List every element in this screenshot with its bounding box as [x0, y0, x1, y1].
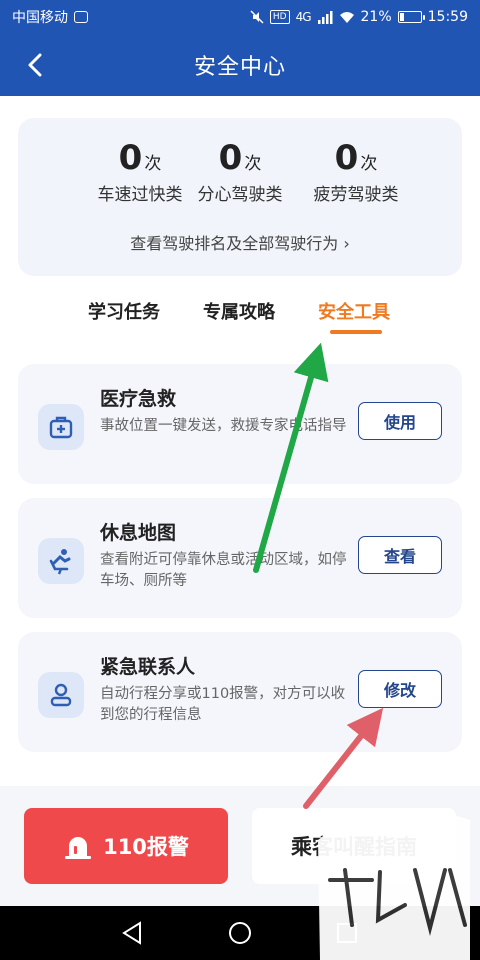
medical-kit-icon-svg: [49, 416, 73, 439]
stat-label: 疲劳驾驶类: [313, 185, 399, 205]
tool-title: 紧急联系人: [100, 656, 196, 678]
driving-stats-card: 0次 车速过快类 0次 分心驾驶类 0次 疲劳驾驶类 查看驾驶排名及全部驾驶行为…: [18, 118, 462, 276]
battery-icon: [397, 11, 425, 23]
tab-learning-tasks[interactable]: 学习任务: [88, 298, 160, 324]
page-title: 安全中心: [193, 55, 286, 80]
tab-exclusive-guide[interactable]: 专属攻略: [203, 298, 275, 324]
stat-value: 0: [334, 138, 359, 178]
contact-person-icon: [38, 672, 84, 718]
stat-distracted: 0次 分心驾驶类: [180, 138, 300, 205]
active-tab-indicator: [330, 330, 382, 334]
alarm-siren-icon: [65, 837, 92, 859]
notification-icon: [74, 11, 88, 23]
contact-person-icon-svg: [50, 683, 72, 707]
battery-level: [399, 13, 404, 21]
stat-unit: 次: [144, 154, 162, 174]
rest-seat-icon: [38, 538, 84, 584]
hd-badge: HD: [269, 10, 290, 24]
tool-title: 休息地图: [100, 522, 177, 544]
tool-description: 事故位置一键发送，救援专家电话指导: [100, 418, 347, 434]
nav-back-icon[interactable]: [120, 920, 146, 946]
stat-unit: 次: [244, 154, 262, 174]
view-ranking-link[interactable]: 查看驾驶排名及全部驾驶行为 ›: [18, 230, 462, 254]
nav-recents-icon[interactable]: [334, 920, 360, 946]
chevron-left-icon: [28, 53, 42, 77]
bottom-action-bar: 110报警 乘客叫醒指南: [0, 786, 480, 906]
tool-card-medical: 医疗急救 事故位置一键发送，救援专家电话指导 使用: [18, 364, 462, 484]
tool-title: 医疗急救: [100, 388, 177, 410]
system-nav-bar: [0, 906, 480, 960]
stat-value: 0: [218, 138, 243, 178]
view-button[interactable]: 查看: [358, 536, 442, 574]
battery-percent: 21%: [360, 9, 392, 25]
rest-seat-icon-svg: [49, 549, 71, 575]
stat-unit: 次: [360, 154, 378, 174]
tool-description: 查看附近可停靠休息或活动区域，如停车场、厕所等: [100, 552, 347, 589]
status-bar: 中国移动 HD 4G 21% 15:59: [0, 0, 480, 34]
tab-safety-tools[interactable]: 安全工具: [318, 298, 390, 324]
app-header: 安全中心: [0, 34, 480, 96]
edit-button[interactable]: 修改: [358, 670, 442, 708]
clock: 15:59: [427, 9, 468, 25]
mute-icon: [250, 10, 264, 24]
status-right: HD 4G 21% 15:59: [250, 9, 468, 25]
network-type: 4G: [295, 10, 312, 24]
tool-card-emergency-contact: 紧急联系人 自动行程分享或110报警，对方可以收到您的行程信息 修改: [18, 632, 462, 752]
carrier-name: 中国移动: [12, 10, 68, 26]
tool-description: 自动行程分享或110报警，对方可以收到您的行程信息: [100, 686, 346, 723]
call-police-label: 110报警: [103, 835, 189, 859]
back-button[interactable]: [20, 50, 50, 80]
signal-icon: [317, 10, 333, 24]
stat-label: 分心驾驶类: [197, 185, 283, 205]
call-police-button[interactable]: 110报警: [24, 808, 228, 884]
medical-kit-icon: [38, 404, 84, 450]
wake-guide-button[interactable]: 乘客叫醒指南: [252, 808, 456, 884]
stat-fatigue: 0次 疲劳驾驶类: [296, 138, 416, 205]
tab-bar: 学习任务 专属攻略 安全工具: [0, 298, 480, 338]
stat-value: 0: [118, 138, 143, 178]
nav-home-icon[interactable]: [227, 920, 253, 946]
use-button[interactable]: 使用: [358, 402, 442, 440]
main-content: 0次 车速过快类 0次 分心驾驶类 0次 疲劳驾驶类 查看驾驶排名及全部驾驶行为…: [0, 96, 480, 786]
status-left: 中国移动: [12, 7, 88, 27]
wifi-icon: [339, 11, 354, 23]
wake-guide-label: 乘客叫醒指南: [291, 835, 417, 859]
tool-card-rest-map: 休息地图 查看附近可停靠休息或活动区域，如停车场、厕所等 查看: [18, 498, 462, 618]
